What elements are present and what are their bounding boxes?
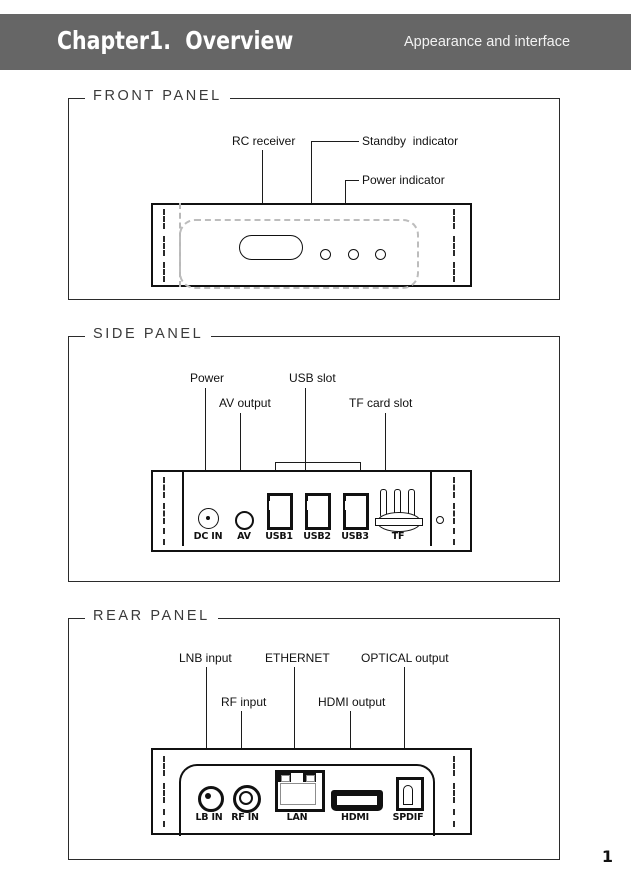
side-edge-dash-left-bottom bbox=[163, 528, 165, 545]
page-header: Chapter1. Overview Appearance and interf… bbox=[0, 14, 631, 70]
av-jack-icon bbox=[235, 511, 254, 530]
rear-edge-dash-left-top bbox=[163, 756, 165, 776]
side-panel-legend: SIDE PANEL bbox=[85, 326, 212, 342]
front-edge-dash-right-bottom bbox=[453, 262, 455, 282]
power-indicator-led bbox=[348, 249, 359, 260]
callout-optical-output: OPTICAL output bbox=[361, 651, 449, 665]
callout-power-indicator: Power indicator bbox=[362, 173, 445, 187]
usb2-tongue bbox=[307, 501, 323, 510]
port-label-tf: TF bbox=[391, 531, 405, 542]
rc-receiver-window bbox=[239, 235, 303, 260]
leader-usb-bracket bbox=[275, 462, 361, 463]
leader-usb-slot bbox=[305, 388, 306, 463]
lan-inner-body bbox=[280, 783, 316, 805]
callout-standby-indicator: Standby indicator bbox=[362, 134, 459, 148]
usb3-port-icon bbox=[343, 493, 369, 530]
extra-indicator-led bbox=[375, 249, 386, 260]
rear-edge-dash-right-mid bbox=[453, 783, 455, 803]
page-number: 1 bbox=[601, 847, 613, 866]
rear-edge-dash-right-bottom bbox=[453, 809, 455, 827]
callout-rf-input: RF input bbox=[221, 695, 267, 709]
port-label-spdif: SPDIF bbox=[392, 812, 424, 823]
front-panel-device bbox=[151, 203, 472, 289]
callout-usb-slot: USB slot bbox=[289, 371, 336, 385]
side-edge-dash-left-top bbox=[163, 477, 165, 498]
port-label-rf-in: RF IN bbox=[231, 812, 259, 823]
side-edge-dash-left-mid bbox=[163, 503, 165, 524]
rear-edge-dash-left-mid bbox=[163, 783, 165, 803]
callout-ethernet: ETHERNET bbox=[265, 651, 330, 665]
side-bezel-right bbox=[430, 472, 432, 546]
port-label-lan: LAN bbox=[286, 812, 308, 823]
lb-in-jack-icon bbox=[198, 786, 224, 812]
front-edge-dash-right-mid bbox=[453, 236, 455, 256]
standby-indicator-led bbox=[320, 249, 331, 260]
leader-power-h bbox=[345, 180, 359, 181]
header-subtitle: Appearance and interface bbox=[404, 34, 571, 50]
front-edge-dash-left-bottom bbox=[163, 262, 165, 282]
port-label-usb3: USB3 bbox=[341, 531, 369, 542]
callout-power: Power bbox=[190, 371, 225, 385]
lan-notch-right bbox=[306, 775, 315, 782]
callout-hdmi-output: HDMI output bbox=[318, 695, 386, 709]
side-edge-dash-right-bottom bbox=[453, 528, 455, 545]
side-edge-dash-right-mid bbox=[453, 503, 455, 524]
front-edge-dash-left-top bbox=[163, 209, 165, 229]
usb2-port-icon bbox=[305, 493, 331, 530]
callout-rc-receiver: RC receiver bbox=[232, 134, 296, 148]
tf-card-bar bbox=[375, 518, 423, 526]
usb1-port-icon bbox=[267, 493, 293, 530]
lan-port-icon bbox=[275, 770, 325, 812]
spdif-inner-shape bbox=[403, 785, 413, 805]
front-edge-dash-right-top bbox=[453, 209, 455, 229]
front-edge-dash-left-mid bbox=[163, 236, 165, 256]
usb3-tongue bbox=[345, 501, 361, 510]
side-panel-device: DC IN AV USB1 USB2 USB3 TF bbox=[151, 470, 472, 552]
dc-in-jack-icon bbox=[198, 508, 219, 529]
callout-lnb-input: LNB input bbox=[179, 651, 232, 665]
lan-notch-left bbox=[281, 775, 290, 782]
port-label-hdmi: HDMI bbox=[340, 812, 370, 823]
page-title: Chapter1. Overview bbox=[57, 26, 294, 55]
rf-in-jack-icon bbox=[233, 785, 261, 813]
side-edge-dash-right-top bbox=[453, 477, 455, 498]
callout-av-output: AV output bbox=[219, 396, 271, 410]
callout-tf-card-slot: TF card slot bbox=[349, 396, 413, 410]
rear-panel-device: LB IN RF IN LAN HDMI SPDIF bbox=[151, 748, 472, 836]
leader-standby-h bbox=[311, 141, 359, 142]
hdmi-port-icon bbox=[331, 790, 383, 811]
rear-edge-dash-right-top bbox=[453, 756, 455, 776]
usb1-tongue bbox=[269, 501, 285, 510]
reset-hole-icon bbox=[436, 516, 444, 524]
rear-edge-dash-left-bottom bbox=[163, 809, 165, 827]
front-panel-legend: FRONT PANEL bbox=[85, 88, 230, 104]
spdif-port-icon bbox=[396, 777, 424, 811]
rear-panel-legend: REAR PANEL bbox=[85, 608, 218, 624]
